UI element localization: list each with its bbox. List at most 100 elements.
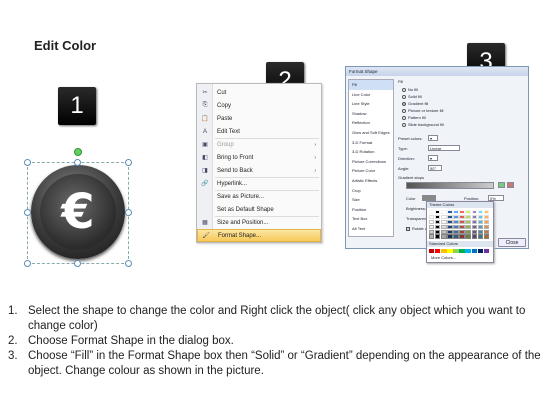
- fill-option-2[interactable]: Gradient fill: [402, 101, 428, 106]
- color-swatch[interactable]: [447, 210, 453, 215]
- color-swatch[interactable]: [429, 229, 435, 234]
- color-swatch[interactable]: [483, 219, 490, 224]
- euro-coin-shape[interactable]: €: [31, 165, 125, 259]
- rotation-handle[interactable]: [74, 148, 82, 156]
- resize-handle-tr[interactable]: [125, 159, 132, 166]
- color-swatch[interactable]: [471, 248, 477, 253]
- nav-item-1[interactable]: Line Color: [349, 90, 393, 100]
- menu-item-10[interactable]: ▦ Size and Position...: [197, 216, 321, 229]
- nav-item-9[interactable]: Picture Color: [349, 166, 393, 176]
- color-swatch[interactable]: [465, 210, 471, 215]
- color-swatch[interactable]: [453, 234, 459, 239]
- menu-item-3[interactable]: A Edit Text: [197, 125, 321, 138]
- color-swatch[interactable]: [483, 210, 490, 215]
- color-swatch[interactable]: [471, 214, 477, 220]
- menu-item-8[interactable]: Save as Picture...: [197, 190, 321, 203]
- preset-dropdown[interactable]: ▾: [428, 135, 438, 141]
- nav-item-8[interactable]: Picture Corrections: [349, 157, 393, 167]
- menu-item-4[interactable]: ▣ Group ›: [197, 138, 321, 151]
- nav-item-11[interactable]: Crop: [349, 186, 393, 196]
- menu-item-7[interactable]: 🔗 Hyperlink...: [197, 177, 321, 190]
- color-swatch[interactable]: [483, 224, 490, 229]
- menu-item-0[interactable]: ✂ Cut: [197, 86, 321, 99]
- add-stop-button[interactable]: [498, 182, 505, 188]
- color-swatch[interactable]: [459, 229, 465, 234]
- fill-option-0[interactable]: No fill: [402, 87, 418, 92]
- fill-option-5[interactable]: Slide background fill: [402, 122, 444, 127]
- menu-item-5[interactable]: ◧ Bring to Front ›: [197, 151, 321, 164]
- color-swatch[interactable]: [471, 219, 477, 224]
- color-swatch[interactable]: [477, 210, 484, 215]
- color-swatch[interactable]: [477, 234, 484, 239]
- color-swatch[interactable]: [459, 214, 465, 220]
- color-swatch[interactable]: [429, 214, 435, 220]
- color-swatch[interactable]: [435, 248, 441, 253]
- color-swatch[interactable]: [459, 210, 465, 215]
- color-swatch[interactable]: [453, 229, 459, 234]
- color-swatch[interactable]: [483, 214, 490, 220]
- color-swatch[interactable]: [483, 248, 490, 253]
- remove-stop-button[interactable]: [507, 182, 514, 188]
- gradient-stop-bar[interactable]: [406, 182, 494, 189]
- color-swatch[interactable]: [477, 248, 484, 253]
- color-swatch[interactable]: [435, 214, 441, 220]
- color-swatch[interactable]: [483, 234, 490, 239]
- color-swatch[interactable]: [453, 210, 459, 215]
- fill-option-1[interactable]: Solid fill: [402, 94, 422, 99]
- fill-option-4[interactable]: Pattern fill: [402, 115, 426, 120]
- color-swatch[interactable]: [477, 219, 484, 224]
- type-select[interactable]: Linear: [428, 145, 460, 151]
- color-swatch[interactable]: [483, 229, 490, 234]
- resize-handle-tl[interactable]: [24, 159, 31, 166]
- menu-item-1[interactable]: ⎘ Copy: [197, 99, 321, 112]
- more-colors-link[interactable]: More Colors...: [427, 255, 493, 260]
- color-swatch[interactable]: [429, 219, 435, 224]
- close-button[interactable]: Close: [498, 238, 526, 247]
- color-swatch[interactable]: [435, 224, 441, 229]
- color-swatch[interactable]: [477, 224, 484, 229]
- color-swatch[interactable]: [477, 214, 484, 220]
- color-swatch[interactable]: [465, 219, 471, 224]
- resize-handle-r[interactable]: [125, 209, 132, 216]
- nav-item-3[interactable]: Shadow: [349, 109, 393, 119]
- color-swatch[interactable]: [453, 248, 459, 253]
- color-swatch[interactable]: [459, 219, 465, 224]
- color-swatch[interactable]: [429, 224, 435, 229]
- resize-handle-b[interactable]: [74, 260, 81, 267]
- color-swatch[interactable]: [471, 224, 477, 229]
- color-swatch[interactable]: [441, 214, 447, 220]
- color-swatch[interactable]: [465, 229, 471, 234]
- color-swatch[interactable]: [429, 210, 435, 215]
- menu-item-11[interactable]: 🖌 Format Shape...: [197, 229, 321, 242]
- color-swatch[interactable]: [441, 229, 447, 234]
- color-swatch[interactable]: [435, 234, 441, 239]
- color-swatch[interactable]: [465, 214, 471, 220]
- color-swatch[interactable]: [447, 224, 453, 229]
- nav-item-6[interactable]: 3-D Format: [349, 138, 393, 148]
- nav-item-4[interactable]: Reflection: [349, 118, 393, 128]
- color-swatch[interactable]: [429, 248, 435, 253]
- color-swatch[interactable]: [435, 229, 441, 234]
- color-swatch[interactable]: [453, 214, 459, 220]
- nav-item-5[interactable]: Glow and Soft Edges: [349, 128, 393, 138]
- color-swatch[interactable]: [477, 229, 484, 234]
- color-swatch[interactable]: [465, 224, 471, 229]
- nav-item-14[interactable]: Text Box: [349, 214, 393, 224]
- color-swatch[interactable]: [441, 248, 447, 253]
- nav-item-15[interactable]: Alt Text: [349, 224, 393, 234]
- resize-handle-br[interactable]: [125, 260, 132, 267]
- color-swatch[interactable]: [447, 219, 453, 224]
- color-swatch[interactable]: [459, 248, 465, 253]
- color-swatch[interactable]: [441, 219, 447, 224]
- color-swatch[interactable]: [453, 224, 459, 229]
- color-swatch[interactable]: [435, 219, 441, 224]
- angle-input[interactable]: 90°: [428, 165, 442, 171]
- resize-handle-t[interactable]: [74, 159, 81, 166]
- nav-item-2[interactable]: Line Style: [349, 99, 393, 109]
- color-swatch[interactable]: [459, 224, 465, 229]
- color-swatch[interactable]: [471, 210, 477, 215]
- nav-item-12[interactable]: Size: [349, 195, 393, 205]
- color-swatch[interactable]: [471, 234, 477, 239]
- color-swatch[interactable]: [465, 234, 471, 239]
- direction-dropdown[interactable]: ▾: [428, 155, 438, 161]
